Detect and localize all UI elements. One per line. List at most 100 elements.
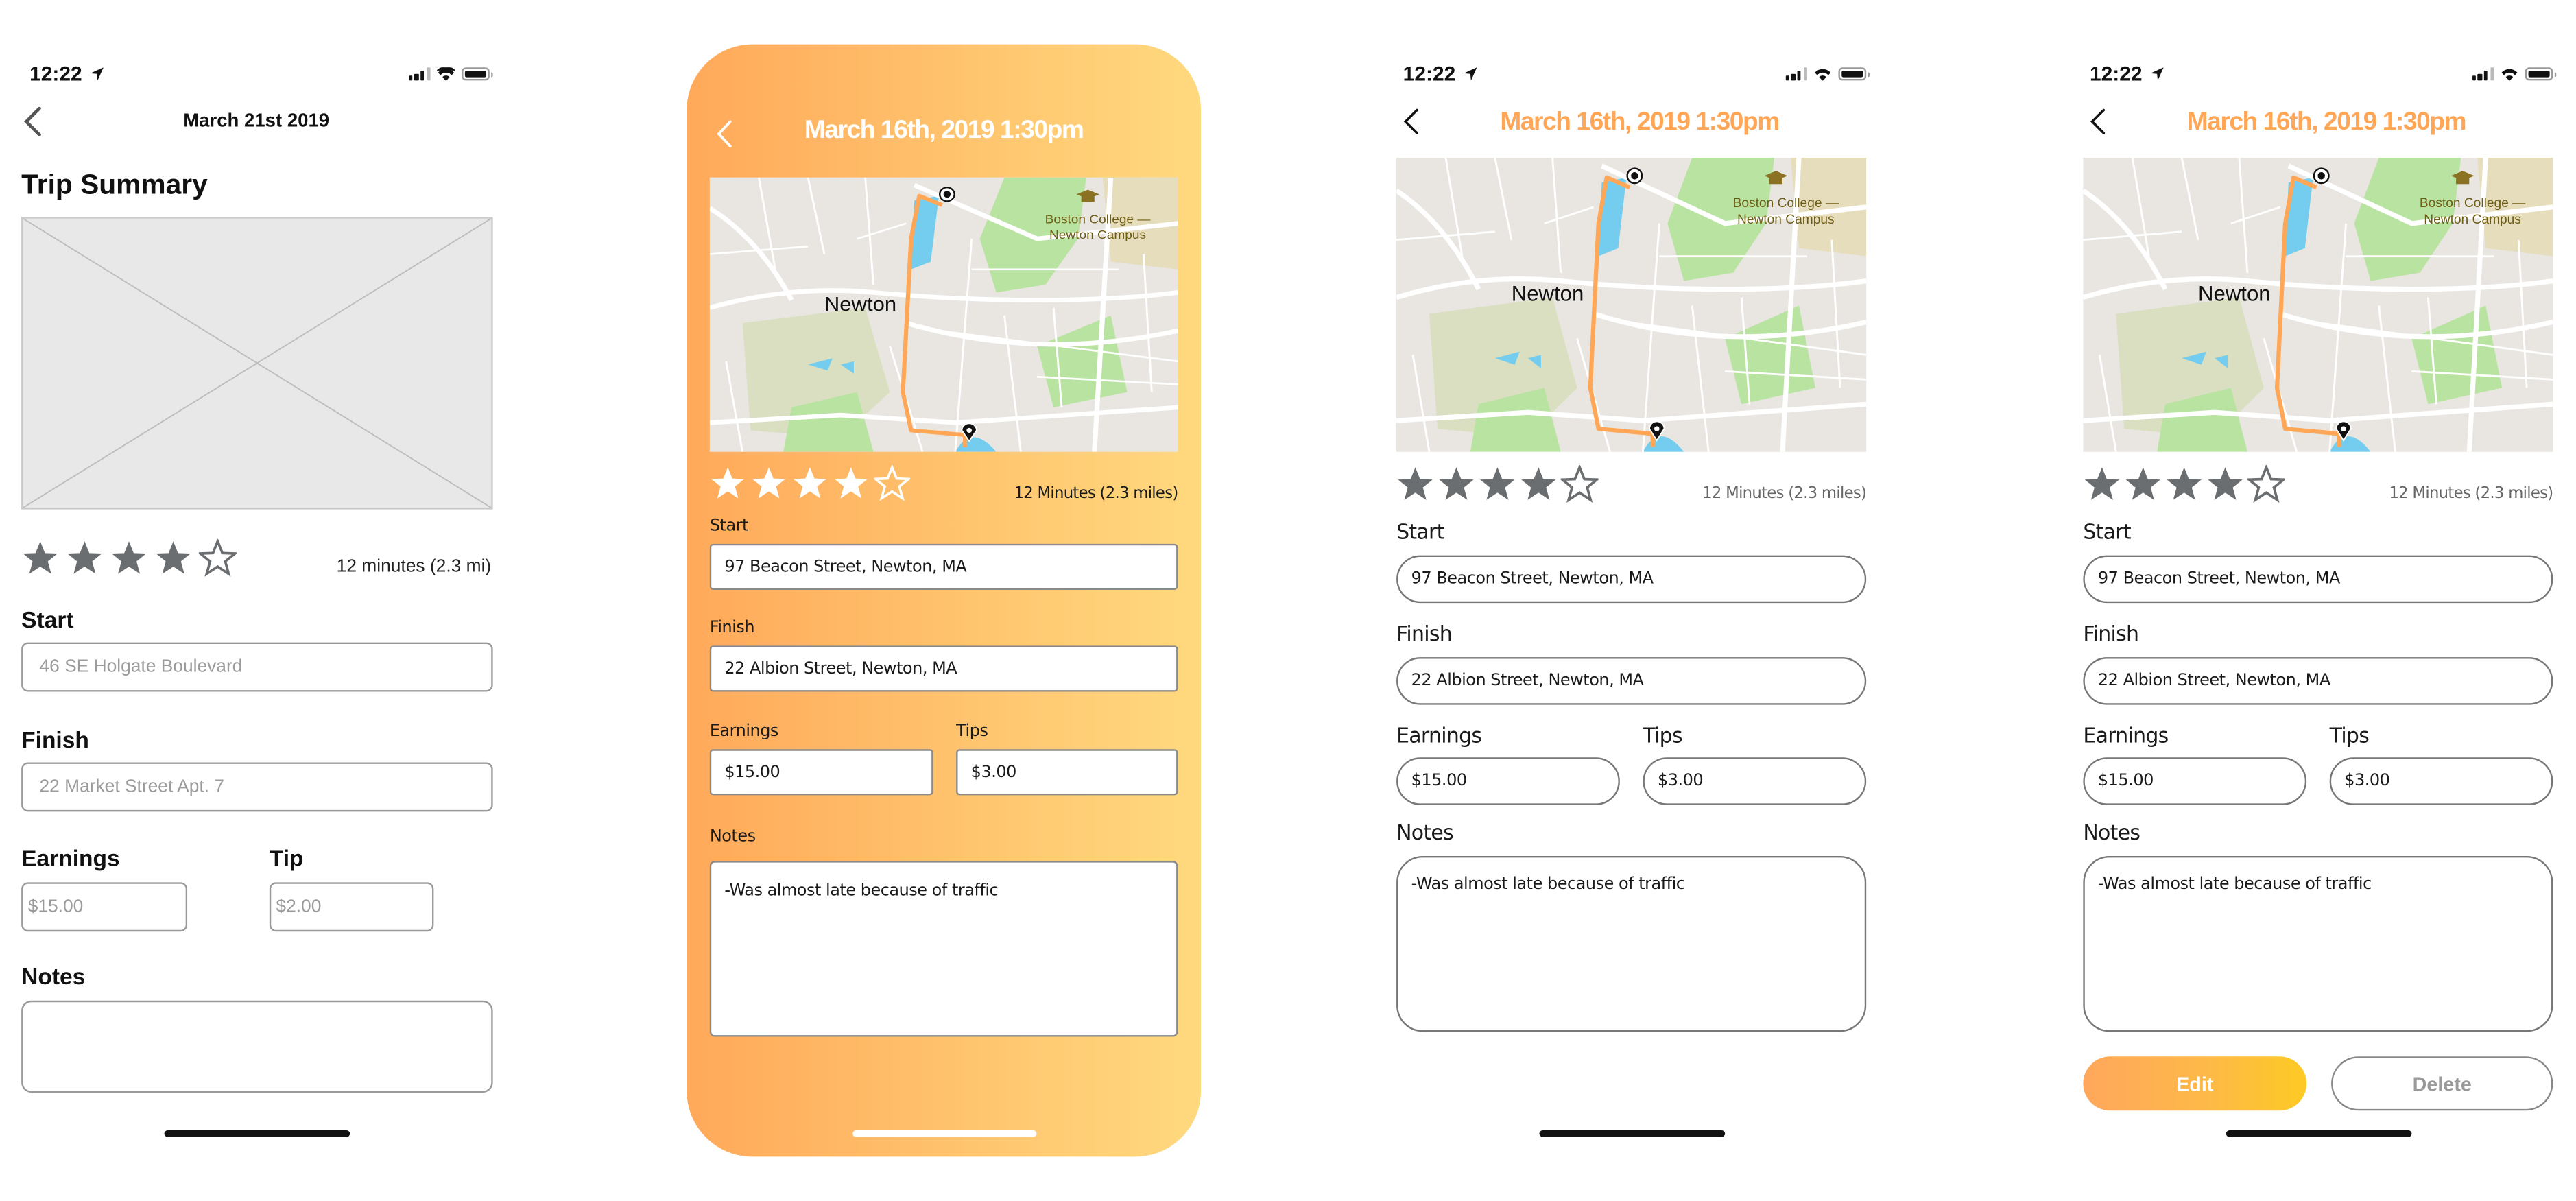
start-label: Start xyxy=(1396,519,1444,544)
star-filled-icon[interactable] xyxy=(710,465,746,501)
place-label: Newton xyxy=(824,294,896,316)
tips-input[interactable]: $3.00 xyxy=(2329,757,2553,805)
home-indicator[interactable] xyxy=(164,1130,350,1137)
screen-detail: 12:22 March 16th, 2019 1:30pm Boston Col… xyxy=(1376,0,1889,1201)
trip-duration: 12 Minutes (2.3 miles) xyxy=(1702,484,1867,503)
star-empty-icon[interactable] xyxy=(198,538,237,577)
notes-label: Notes xyxy=(709,828,756,846)
finish-label: Finish xyxy=(1396,621,1453,646)
location-arrow-icon xyxy=(1464,67,1477,81)
trip-duration: 12 Minutes (2.3 miles) xyxy=(1014,484,1178,503)
notes-textarea[interactable]: -Was almost late because of traffic xyxy=(1396,856,1867,1032)
location-arrow-icon xyxy=(2150,67,2164,81)
star-filled-icon[interactable] xyxy=(792,465,828,501)
tips-label: Tips xyxy=(2329,722,2370,748)
earnings-input[interactable]: $15.00 xyxy=(1396,757,1620,805)
earnings-input[interactable]: $15.00 xyxy=(21,882,188,932)
earnings-label: Earnings xyxy=(21,844,120,871)
nav-title: March 16th, 2019 1:30pm xyxy=(804,117,1084,145)
start-target-icon xyxy=(938,187,955,202)
rating-stars[interactable] xyxy=(710,464,911,501)
star-filled-icon[interactable] xyxy=(21,539,59,577)
star-filled-icon[interactable] xyxy=(110,539,147,577)
star-filled-icon[interactable] xyxy=(2083,465,2121,503)
start-label: Start xyxy=(2083,519,2131,544)
screen-wireframe: 12:22 March 21st 2019 Trip Summary 12 mi… xyxy=(0,0,512,1201)
tip-label: Tip xyxy=(269,844,304,871)
status-icons xyxy=(2472,67,2557,81)
notes-input[interactable] xyxy=(21,1000,493,1093)
finish-label: Finish xyxy=(2083,621,2139,646)
notes-label: Notes xyxy=(21,962,86,990)
finish-input[interactable]: 22 Albion Street, Newton, MA xyxy=(709,645,1178,692)
battery-icon xyxy=(2525,67,2557,81)
earnings-label: Earnings xyxy=(2083,722,2169,748)
start-input[interactable]: 97 Beacon Street, Newton, MA xyxy=(2083,555,2553,604)
nav-title: March 21st 2019 xyxy=(183,111,330,132)
signal-icon xyxy=(1785,67,1807,81)
rating-stars[interactable] xyxy=(2083,464,2286,503)
tips-input[interactable]: $3.00 xyxy=(956,749,1178,796)
star-empty-icon[interactable] xyxy=(874,464,911,501)
star-filled-icon[interactable] xyxy=(2206,465,2244,503)
finish-input[interactable]: 22 Albion Street, Newton, MA xyxy=(2083,657,2553,705)
home-indicator[interactable] xyxy=(852,1130,1037,1137)
route-map[interactable]: Boston College — Newton Campus Newton xyxy=(709,177,1178,452)
start-input[interactable]: 97 Beacon Street, Newton, MA xyxy=(1396,555,1867,604)
status-bar: 12:22 xyxy=(29,62,493,88)
notes-textarea[interactable]: -Was almost late because of traffic xyxy=(709,861,1178,1037)
status-time: 12:22 xyxy=(29,62,82,86)
star-filled-icon[interactable] xyxy=(66,539,104,577)
notes-label: Notes xyxy=(1396,820,1454,845)
mockup-canvas: 12:22 March 21st 2019 Trip Summary 12 mi… xyxy=(0,0,2576,1201)
signal-icon xyxy=(408,67,431,81)
earnings-input[interactable]: $15.00 xyxy=(2083,757,2307,805)
start-input[interactable]: 46 SE Holgate Boulevard xyxy=(21,642,493,692)
star-filled-icon[interactable] xyxy=(154,539,192,577)
screen-gradient: March 16th, 2019 1:30pm Boston College —… xyxy=(687,44,1202,1157)
tip-input[interactable]: $2.00 xyxy=(269,882,434,932)
start-input[interactable]: 97 Beacon Street, Newton, MA xyxy=(709,543,1178,590)
poi-label-line1: Boston College — xyxy=(1045,212,1151,226)
rating-stars[interactable] xyxy=(21,538,237,577)
rating-stars[interactable] xyxy=(1396,464,1599,503)
poi-label-line2: Newton Campus xyxy=(1049,228,1146,241)
home-indicator[interactable] xyxy=(1539,1130,1726,1137)
star-filled-icon[interactable] xyxy=(1520,465,1558,503)
status-time: 12:22 xyxy=(2089,62,2143,86)
notes-textarea[interactable]: -Was almost late because of traffic xyxy=(2083,856,2553,1032)
map-graphic: Boston College — Newton Campus Newton xyxy=(1396,157,1867,452)
home-indicator[interactable] xyxy=(2226,1130,2412,1137)
nav-title: March 16th, 2019 1:30pm xyxy=(2186,108,2467,136)
earnings-label: Earnings xyxy=(1396,722,1482,748)
earnings-input[interactable]: $15.00 xyxy=(709,749,933,796)
start-label: Start xyxy=(21,606,74,633)
trip-duration: 12 Minutes (2.3 miles) xyxy=(2389,484,2553,503)
map-graphic: Boston College — Newton Campus Newton xyxy=(2083,157,2553,452)
star-filled-icon[interactable] xyxy=(1396,465,1434,503)
start-target-icon xyxy=(2313,167,2330,185)
star-filled-icon[interactable] xyxy=(2124,465,2162,503)
poi-label-line2: Newton Campus xyxy=(2424,213,2521,227)
poi-label-line1: Boston College — xyxy=(1733,196,1839,211)
star-filled-icon[interactable] xyxy=(833,465,869,501)
edit-button[interactable]: Edit xyxy=(2083,1056,2307,1111)
poi-label-line1: Boston College — xyxy=(2420,196,2526,211)
star-empty-icon[interactable] xyxy=(1560,464,1599,503)
tips-input[interactable]: $3.00 xyxy=(1643,757,1867,805)
status-time: 12:22 xyxy=(1403,62,1456,86)
section-title: Trip Summary xyxy=(21,169,208,201)
star-filled-icon[interactable] xyxy=(1479,465,1516,503)
finish-label: Finish xyxy=(21,726,89,753)
map-graphic: Boston College — Newton Campus Newton xyxy=(709,177,1178,452)
star-filled-icon[interactable] xyxy=(751,465,787,501)
wifi-icon xyxy=(437,67,455,81)
finish-input[interactable]: 22 Albion Street, Newton, MA xyxy=(1396,657,1867,705)
route-map[interactable]: Boston College — Newton Campus Newton xyxy=(1396,157,1867,452)
finish-input[interactable]: 22 Market Street Apt. 7 xyxy=(21,762,493,812)
delete-button[interactable]: Delete xyxy=(2331,1056,2553,1111)
route-map[interactable]: Boston College — Newton Campus Newton xyxy=(2083,157,2553,452)
star-filled-icon[interactable] xyxy=(1438,465,1475,503)
star-empty-icon[interactable] xyxy=(2247,464,2286,503)
star-filled-icon[interactable] xyxy=(2165,465,2203,503)
